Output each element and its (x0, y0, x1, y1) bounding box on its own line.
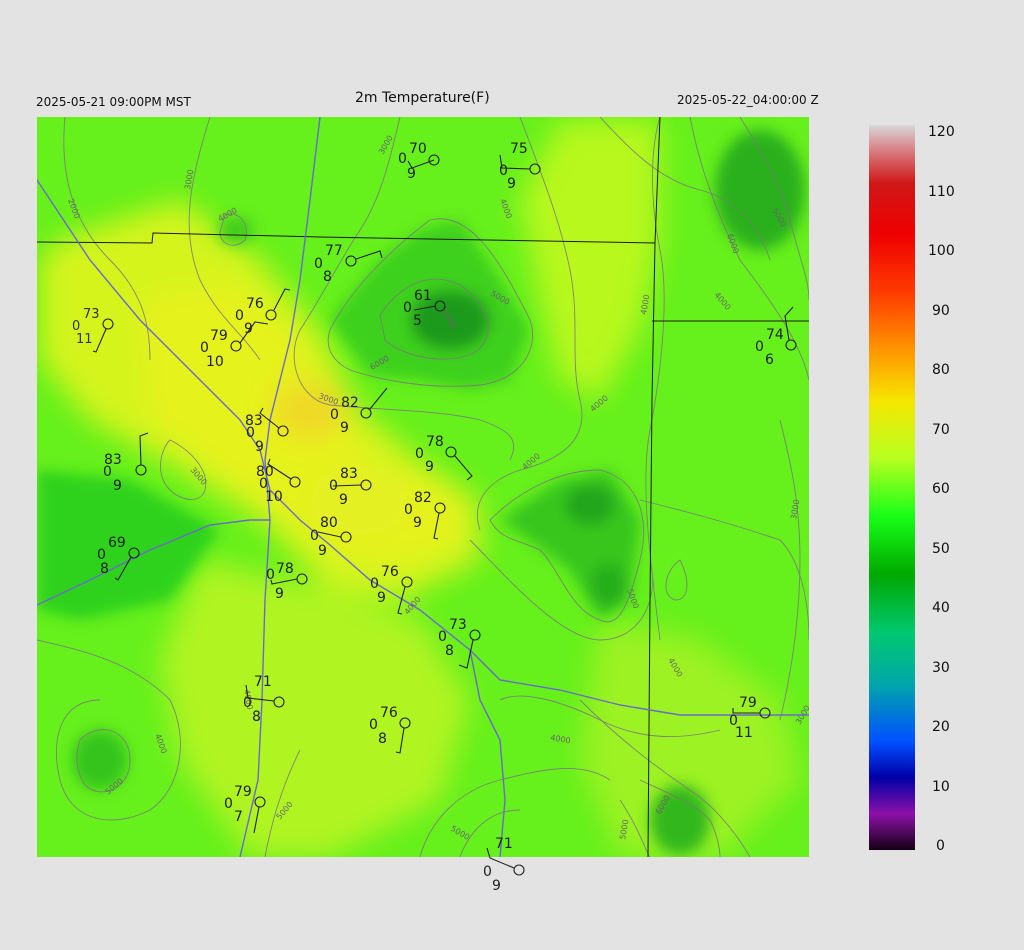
svg-text:9: 9 (407, 166, 416, 182)
svg-text:79: 79 (739, 695, 757, 711)
colorbar-tick: 90 (932, 303, 950, 319)
svg-text:76: 76 (380, 705, 398, 721)
colorbar-tick: 60 (932, 481, 950, 497)
svg-text:8: 8 (100, 561, 109, 577)
svg-text:5: 5 (413, 313, 422, 329)
svg-text:0: 0 (483, 864, 492, 880)
temperature-map: 2000 3000 4000 3000 4000 5000 6000 3000 … (37, 117, 955, 894)
svg-text:80: 80 (320, 515, 338, 531)
svg-text:78: 78 (276, 561, 294, 577)
svg-text:8: 8 (323, 269, 332, 285)
colorbar-tick: 0 (936, 838, 945, 854)
svg-text:0: 0 (266, 567, 275, 583)
svg-text:73: 73 (83, 307, 100, 322)
colorbar-tick: 10 (932, 779, 950, 795)
svg-text:0: 0 (415, 446, 424, 462)
svg-text:9: 9 (377, 590, 386, 606)
svg-text:0: 0 (103, 464, 112, 480)
svg-text:9: 9 (339, 492, 348, 508)
colorbar-tick: 30 (932, 660, 950, 676)
svg-text:0: 0 (224, 796, 233, 812)
svg-text:82: 82 (341, 395, 359, 411)
svg-text:9: 9 (425, 459, 434, 475)
svg-text:9: 9 (413, 515, 422, 531)
svg-text:9: 9 (255, 439, 264, 455)
svg-text:70: 70 (409, 141, 427, 157)
colorbar: 120 110 100 90 80 70 60 50 40 30 20 10 0 (869, 124, 955, 854)
svg-text:8: 8 (252, 709, 261, 725)
svg-text:9: 9 (507, 176, 516, 192)
colorbar-tick: 120 (928, 124, 955, 140)
svg-text:0: 0 (246, 425, 255, 441)
svg-text:0: 0 (243, 695, 252, 711)
colorbar-tick-labels: 120 110 100 90 80 70 60 50 40 30 20 10 0 (928, 124, 955, 854)
svg-text:10: 10 (206, 354, 224, 370)
svg-text:0: 0 (330, 407, 339, 423)
colorbar-tick: 110 (928, 184, 955, 200)
svg-text:61: 61 (414, 288, 432, 304)
temperature-field: 2000 3000 4000 3000 4000 5000 6000 3000 … (37, 117, 809, 857)
svg-text:0: 0 (404, 502, 413, 518)
colorbar-tick: 20 (932, 719, 950, 735)
svg-text:0: 0 (235, 308, 244, 324)
svg-text:0: 0 (369, 717, 378, 733)
svg-text:0: 0 (755, 339, 764, 355)
svg-text:6: 6 (765, 352, 774, 368)
svg-text:9: 9 (275, 586, 284, 602)
svg-text:9: 9 (340, 420, 349, 436)
colorbar-tick: 100 (928, 243, 955, 259)
svg-text:76: 76 (246, 296, 264, 312)
colorbar-tick: 50 (932, 541, 950, 557)
svg-text:74: 74 (766, 327, 784, 343)
svg-text:82: 82 (414, 490, 432, 506)
svg-text:77: 77 (325, 243, 343, 259)
svg-text:79: 79 (210, 328, 228, 344)
colorbar-tick: 40 (932, 600, 950, 616)
svg-text:71: 71 (254, 674, 272, 690)
svg-text:0: 0 (403, 300, 412, 316)
svg-text:78: 78 (426, 434, 444, 450)
svg-text:9: 9 (492, 878, 501, 894)
svg-text:0: 0 (398, 151, 407, 167)
svg-text:0: 0 (329, 478, 338, 494)
colorbar-tick: 70 (932, 422, 950, 438)
svg-text:76: 76 (381, 564, 399, 580)
svg-text:11: 11 (735, 725, 753, 741)
svg-text:71: 71 (495, 836, 513, 852)
svg-text:0: 0 (310, 528, 319, 544)
svg-text:11: 11 (76, 332, 93, 347)
colorbar-tick: 80 (932, 362, 950, 378)
svg-text:69: 69 (108, 535, 126, 551)
svg-text:0: 0 (314, 256, 323, 272)
svg-text:8: 8 (378, 731, 387, 747)
svg-text:79: 79 (234, 784, 252, 800)
colorbar-gradient (869, 125, 915, 850)
svg-text:83: 83 (340, 466, 358, 482)
svg-text:73: 73 (449, 617, 467, 633)
svg-text:75: 75 (510, 141, 528, 157)
svg-text:9: 9 (318, 543, 327, 559)
svg-text:9: 9 (113, 478, 122, 494)
svg-text:8: 8 (445, 643, 454, 659)
svg-text:10: 10 (265, 489, 283, 505)
svg-text:7: 7 (234, 809, 243, 825)
